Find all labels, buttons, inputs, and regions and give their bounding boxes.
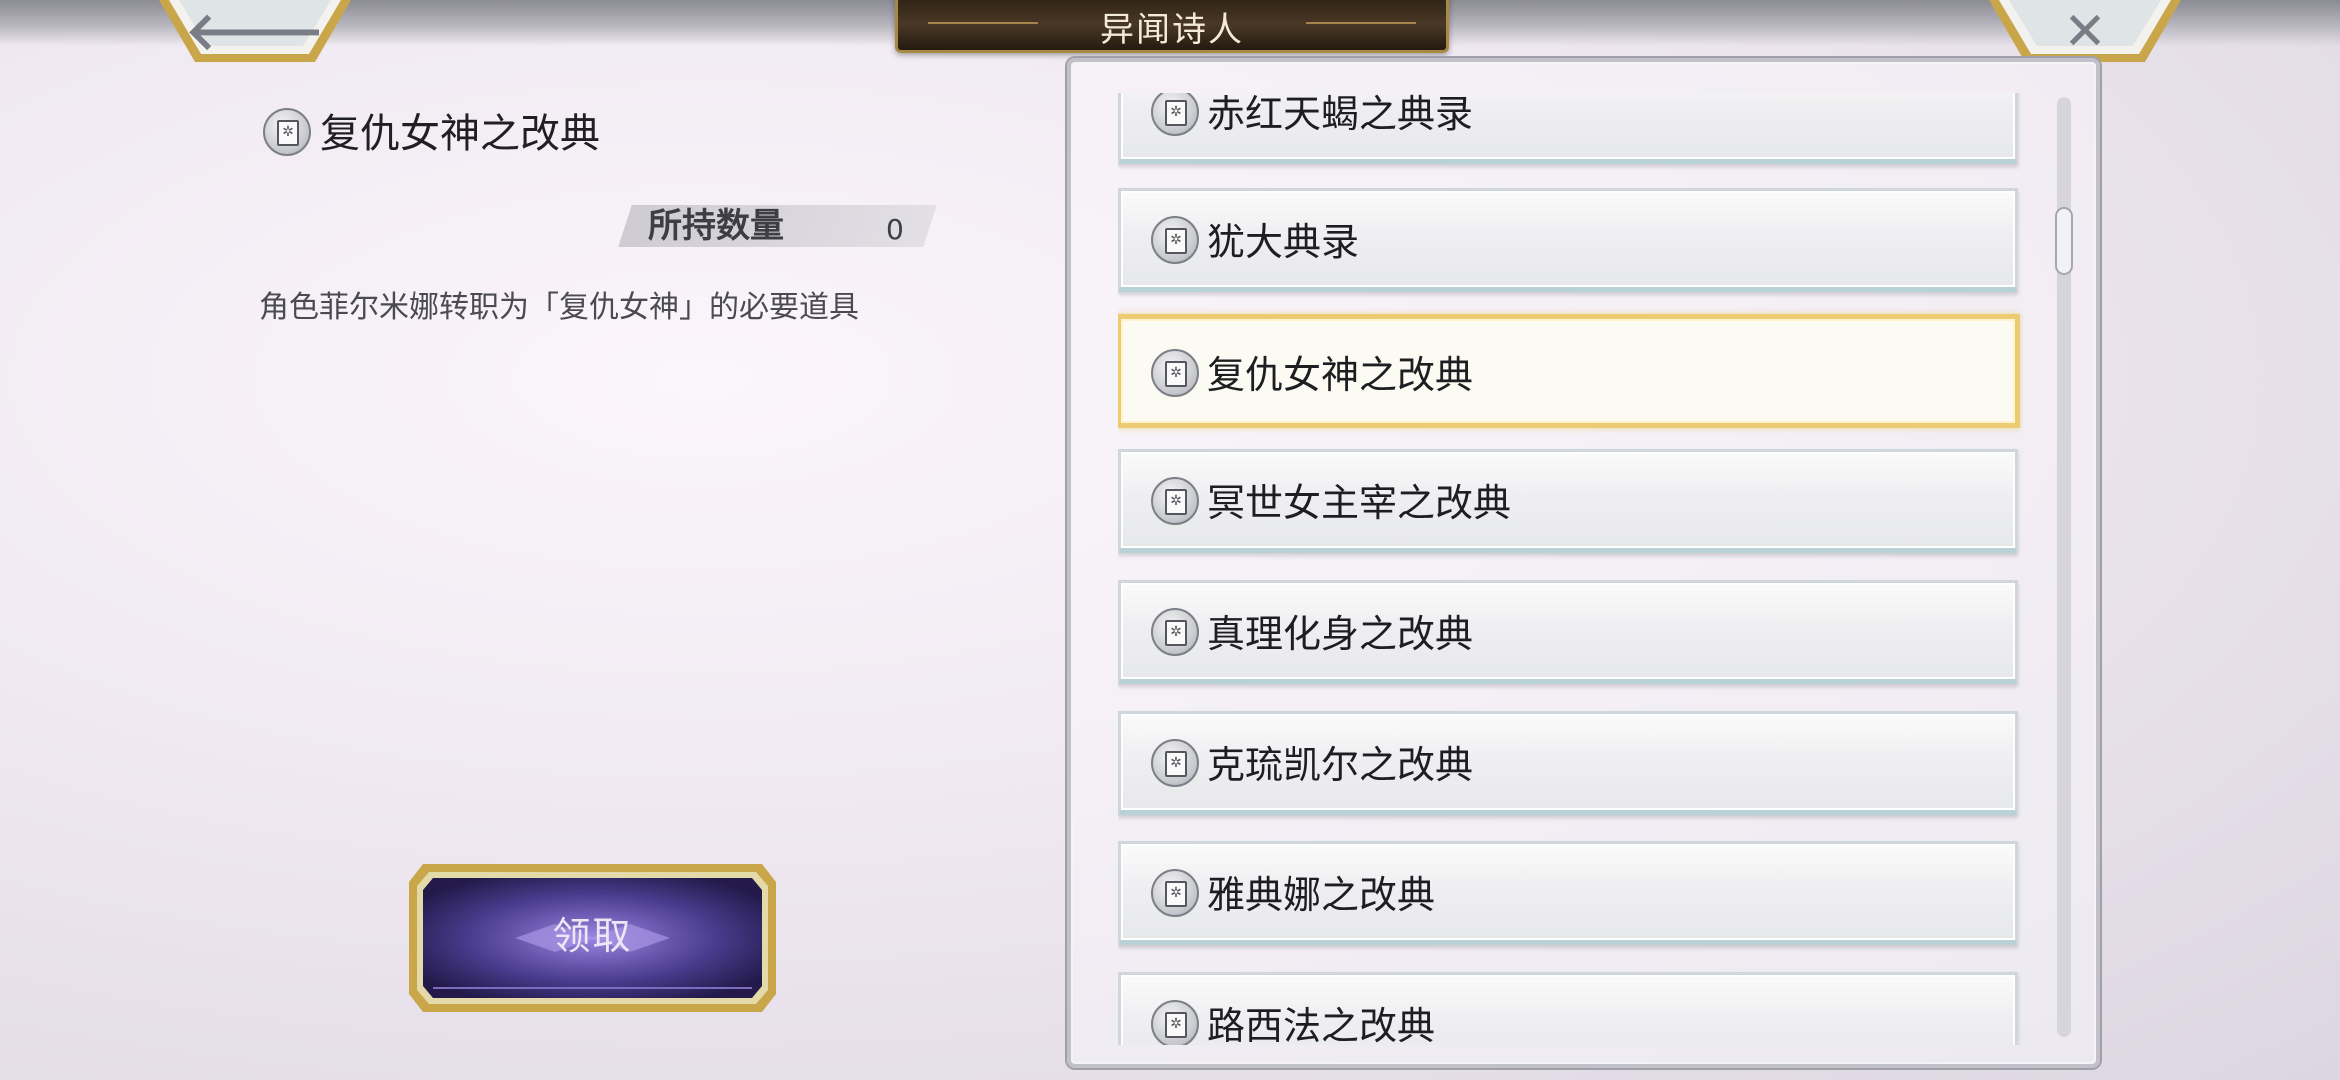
list-scrollbar-thumb[interactable]	[2055, 207, 2073, 275]
list-item[interactable]: ✲ 路西法之改典	[1118, 972, 2018, 1045]
item-description: 角色菲尔米娜转职为「复仇女神」的必要道具	[259, 290, 859, 325]
list-item[interactable]: ✲ 冥世女主宰之改典	[1118, 449, 2018, 553]
list-item-label: 犹大典录	[1207, 220, 1360, 264]
title-plate: 异闻诗人	[895, 0, 1449, 53]
list-item[interactable]: ✲ 雅典娜之改典	[1118, 841, 2018, 945]
list-item-label: 复仇女神之改典	[1207, 353, 1474, 397]
list-item[interactable]: ✲ 赤红天蝎之典录	[1118, 93, 2018, 164]
book-icon: ✲	[1151, 1000, 1199, 1045]
list-item-label: 克琉凯尔之改典	[1207, 743, 1474, 787]
book-icon: ✲	[1151, 477, 1199, 525]
book-icon: ✲	[1151, 349, 1199, 397]
close-button[interactable]: ✕	[1985, 0, 2185, 66]
arrow-left-icon: 🡐	[185, 2, 325, 62]
receive-label: 领取	[552, 914, 633, 958]
quantity-label: 所持数量	[648, 206, 784, 246]
list-item[interactable]: ✲ 犹大典录	[1118, 188, 2018, 292]
item-name: 复仇女神之改典	[320, 111, 600, 157]
list-item-label: 冥世女主宰之改典	[1207, 481, 1512, 525]
book-icon: ✲	[263, 108, 311, 156]
list-item-selected[interactable]: ✲ 复仇女神之改典	[1118, 314, 2020, 428]
book-icon: ✲	[1151, 739, 1199, 787]
book-icon: ✲	[1151, 869, 1199, 917]
back-button[interactable]: 🡐	[155, 0, 355, 66]
quantity-value: 0	[886, 213, 904, 246]
list-item-label: 赤红天蝎之典录	[1207, 93, 1474, 136]
book-icon: ✲	[1151, 216, 1199, 264]
close-icon: ✕	[2063, 2, 2107, 62]
page-title: 异闻诗人	[1100, 10, 1244, 50]
book-icon: ✲	[1151, 608, 1199, 656]
receive-button[interactable]: 领取	[405, 860, 780, 1016]
list-item[interactable]: ✲ 克琉凯尔之改典	[1118, 711, 2018, 815]
list-item-label: 路西法之改典	[1207, 1004, 1436, 1045]
list-item-label: 真理化身之改典	[1207, 612, 1474, 656]
list-item[interactable]: ✲ 真理化身之改典	[1118, 580, 2018, 684]
item-list[interactable]: ✲ 赤红天蝎之典录 ✲ 犹大典录 ✲ 复仇女神之改典 ✲ 冥世女主宰之改典 ✲ …	[1118, 93, 2023, 1045]
list-item-label: 雅典娜之改典	[1207, 873, 1436, 917]
book-icon: ✲	[1151, 93, 1199, 136]
